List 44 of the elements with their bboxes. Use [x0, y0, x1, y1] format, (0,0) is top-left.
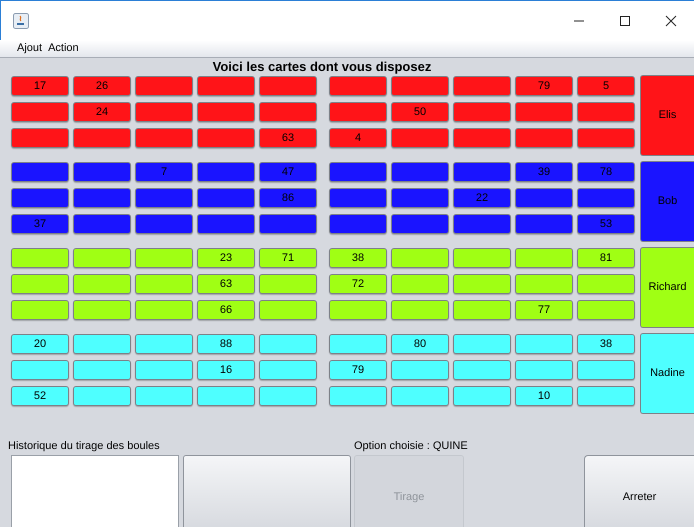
card-cell: 5: [577, 76, 635, 96]
card-cell: 4: [329, 128, 387, 148]
card-cell: 38: [577, 334, 635, 354]
history-text-area[interactable]: [11, 455, 179, 527]
blank-button[interactable]: [183, 455, 351, 527]
card-cell: 20: [11, 334, 69, 354]
card-cell: 10: [515, 386, 573, 406]
card-cell: 79: [515, 76, 573, 96]
player-button[interactable]: Elis: [640, 75, 694, 156]
card-cell: 72: [329, 274, 387, 294]
card-cell: 38: [329, 248, 387, 268]
card-cell: 63: [259, 128, 317, 148]
card-cell: 39: [515, 162, 573, 182]
card-cell: 78: [577, 162, 635, 182]
card-cell: 77: [515, 300, 573, 320]
card-cell: 22: [453, 188, 511, 208]
card-cell: 50: [391, 102, 449, 122]
card-cell: 7: [135, 162, 193, 182]
card-cell: 23: [197, 248, 255, 268]
card-cell: 71: [259, 248, 317, 268]
card-cell: 53: [577, 214, 635, 234]
card-cell: 37: [11, 214, 69, 234]
menu-item[interactable]: Ajout: [17, 40, 42, 57]
card-cell: 52: [11, 386, 69, 406]
card-cell: 80: [391, 334, 449, 354]
card-cell: 63: [197, 274, 255, 294]
card-cell: 47: [259, 162, 317, 182]
player-button[interactable]: Nadine: [640, 333, 694, 414]
card-cell: 86: [259, 188, 317, 208]
heading: Voici les cartes dont vous disposez: [212, 59, 432, 74]
card-cell: 79: [329, 360, 387, 380]
card-cell: 24: [73, 102, 131, 122]
player-button[interactable]: Richard: [640, 247, 694, 328]
card-cell: 16: [197, 360, 255, 380]
history-label: Historique du tirage des boules: [8, 439, 161, 453]
app-icon: [13, 12, 29, 28]
card-cell: 88: [197, 334, 255, 354]
card-cell: 17: [11, 76, 69, 96]
card-cell: 81: [577, 248, 635, 268]
card-cell: 26: [73, 76, 131, 96]
menu-item[interactable]: Action: [48, 40, 79, 57]
stop-button[interactable]: Arreter: [584, 455, 694, 527]
card-cell: 66: [197, 300, 255, 320]
option-label: Option choisie : QUINE: [354, 439, 468, 453]
